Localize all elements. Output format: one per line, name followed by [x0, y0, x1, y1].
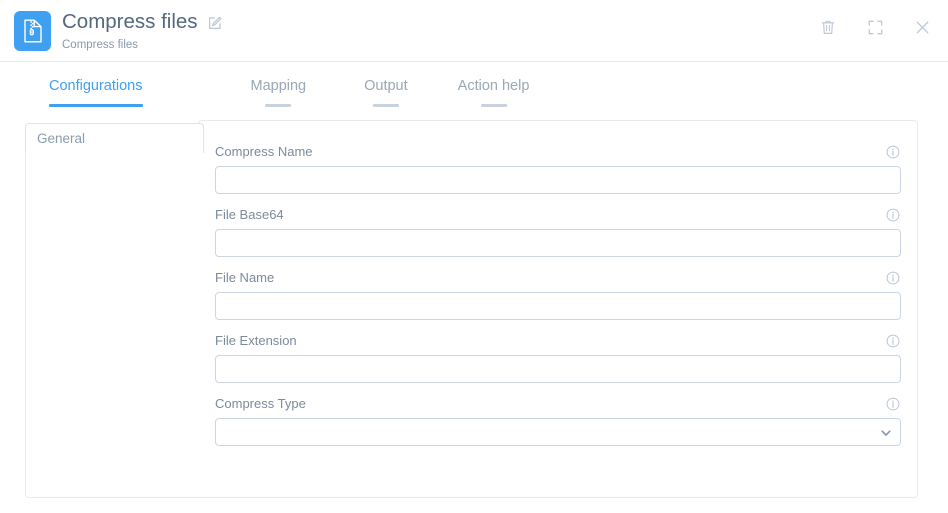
- info-icon[interactable]: [886, 271, 900, 285]
- info-icon[interactable]: [886, 208, 900, 222]
- file-extension-input[interactable]: [215, 355, 901, 383]
- expand-button[interactable]: [865, 17, 885, 37]
- compress-name-input[interactable]: [215, 166, 901, 194]
- close-button[interactable]: [912, 17, 932, 37]
- file-base64-input[interactable]: [215, 229, 901, 257]
- title-block: Compress files Compress files: [62, 8, 223, 52]
- content-area: General Compress Name File Base64 File N…: [0, 112, 948, 513]
- tab-action-help-underline: [480, 104, 507, 107]
- compress-type-select[interactable]: [215, 418, 901, 446]
- zip-file-icon: [14, 11, 51, 51]
- tab-output-underline: [372, 104, 399, 107]
- tab-mapping-label: Mapping: [250, 78, 307, 94]
- compress-type-label: Compress Type: [215, 396, 306, 411]
- tab-action-help[interactable]: Action help: [457, 62, 530, 107]
- dialog-header: Compress files Compress files: [0, 0, 948, 62]
- tab-configurations-label: Configurations: [49, 78, 143, 94]
- tab-bar: Configurations Mapping Output Action hel…: [0, 62, 948, 112]
- compress-files-dialog: Compress files Compress files Configurat…: [0, 0, 948, 513]
- info-icon[interactable]: [886, 334, 900, 348]
- file-base64-label: File Base64: [215, 207, 284, 222]
- info-icon[interactable]: [886, 145, 900, 159]
- tab-mapping-underline: [265, 104, 292, 107]
- sidebar-panel: [25, 152, 204, 498]
- field-file-base64: File Base64: [215, 206, 901, 257]
- sidebar-item-general-label: General: [37, 131, 86, 146]
- tab-output[interactable]: Output: [364, 62, 408, 107]
- delete-button[interactable]: [818, 17, 838, 37]
- page-subtitle: Compress files: [62, 39, 139, 51]
- sidebar-item-general[interactable]: General: [25, 123, 204, 153]
- tab-action-help-label: Action help: [457, 78, 530, 94]
- file-extension-label: File Extension: [215, 333, 297, 348]
- field-compress-type: Compress Type: [215, 395, 901, 446]
- file-name-label: File Name: [215, 270, 275, 285]
- configuration-form: Compress Name File Base64 File Name File…: [215, 143, 901, 458]
- tab-configurations[interactable]: Configurations: [49, 62, 143, 107]
- compress-name-label: Compress Name: [215, 144, 313, 159]
- edit-icon[interactable]: [207, 15, 223, 31]
- settings-panel: Compress Name File Base64 File Name File…: [198, 120, 918, 498]
- tab-configurations-underline: [49, 104, 143, 107]
- field-file-extension: File Extension: [215, 332, 901, 383]
- field-compress-name: Compress Name: [215, 143, 901, 194]
- field-file-name: File Name: [215, 269, 901, 320]
- header-actions: [818, 17, 932, 37]
- tab-mapping[interactable]: Mapping: [250, 62, 307, 107]
- info-icon[interactable]: [886, 397, 900, 411]
- page-title: Compress files: [62, 10, 198, 33]
- tab-output-label: Output: [364, 78, 408, 94]
- file-name-input[interactable]: [215, 292, 901, 320]
